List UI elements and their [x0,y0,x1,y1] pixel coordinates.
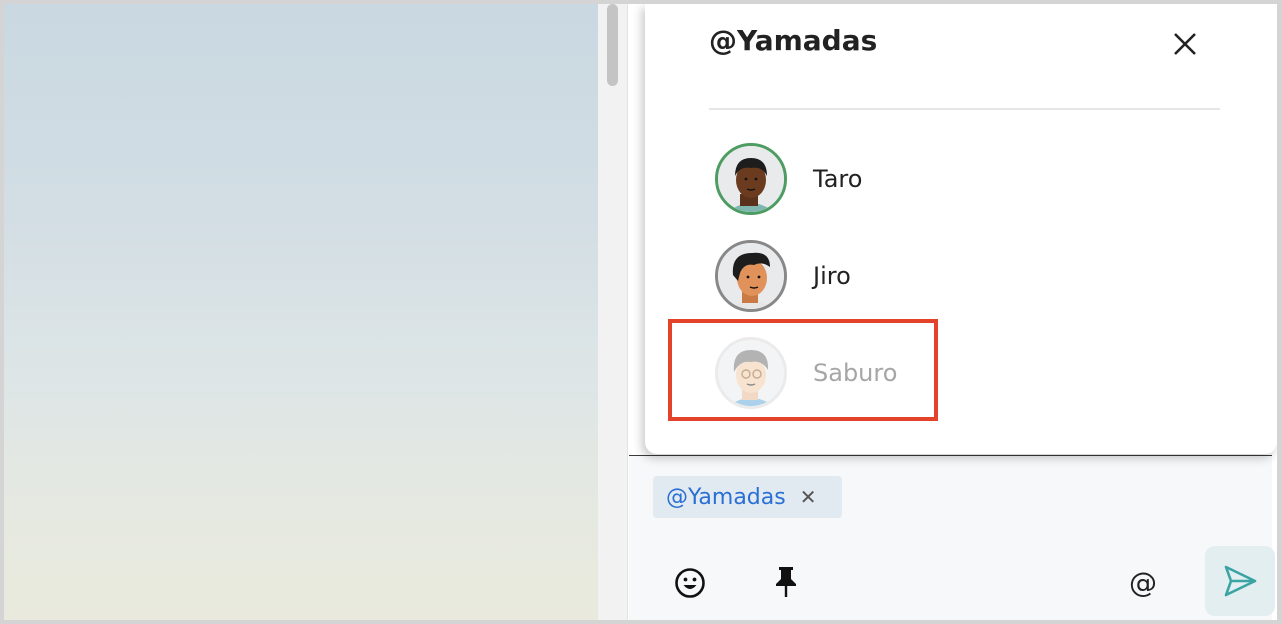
popup-title: @Yamadas [709,24,878,57]
pin-icon [776,567,796,597]
avatar-image [718,146,784,212]
divider [709,108,1220,110]
mention-chip-label: @Yamadas [666,484,786,510]
window: @Yamadas ✕ @ @Yamadas Taro Jiro Saburo [4,4,1277,620]
send-button[interactable] [1205,546,1275,616]
close-icon [1174,33,1196,55]
pin-button[interactable] [771,564,801,600]
scrollbar-track[interactable] [598,4,628,620]
message-composer: @Yamadas ✕ @ [629,455,1275,620]
background-image [4,4,598,620]
member-name: Taro [813,165,863,193]
send-icon [1224,565,1257,597]
highlight-annotation [668,319,938,421]
mention-button[interactable]: @ [1125,564,1161,600]
member-name: Jiro [813,262,851,290]
mention-chip[interactable]: @Yamadas ✕ [653,476,842,518]
member-item-taro[interactable]: Taro [715,142,1015,216]
close-button[interactable] [1167,26,1203,62]
avatar-image [718,243,784,309]
scrollbar-thumb[interactable] [607,4,618,86]
avatar [715,143,787,215]
avatar [715,240,787,312]
member-item-jiro[interactable]: Jiro [715,239,1015,313]
remove-mention-icon[interactable]: ✕ [800,487,817,507]
emoji-icon [675,568,705,598]
emoji-button[interactable] [673,566,707,600]
